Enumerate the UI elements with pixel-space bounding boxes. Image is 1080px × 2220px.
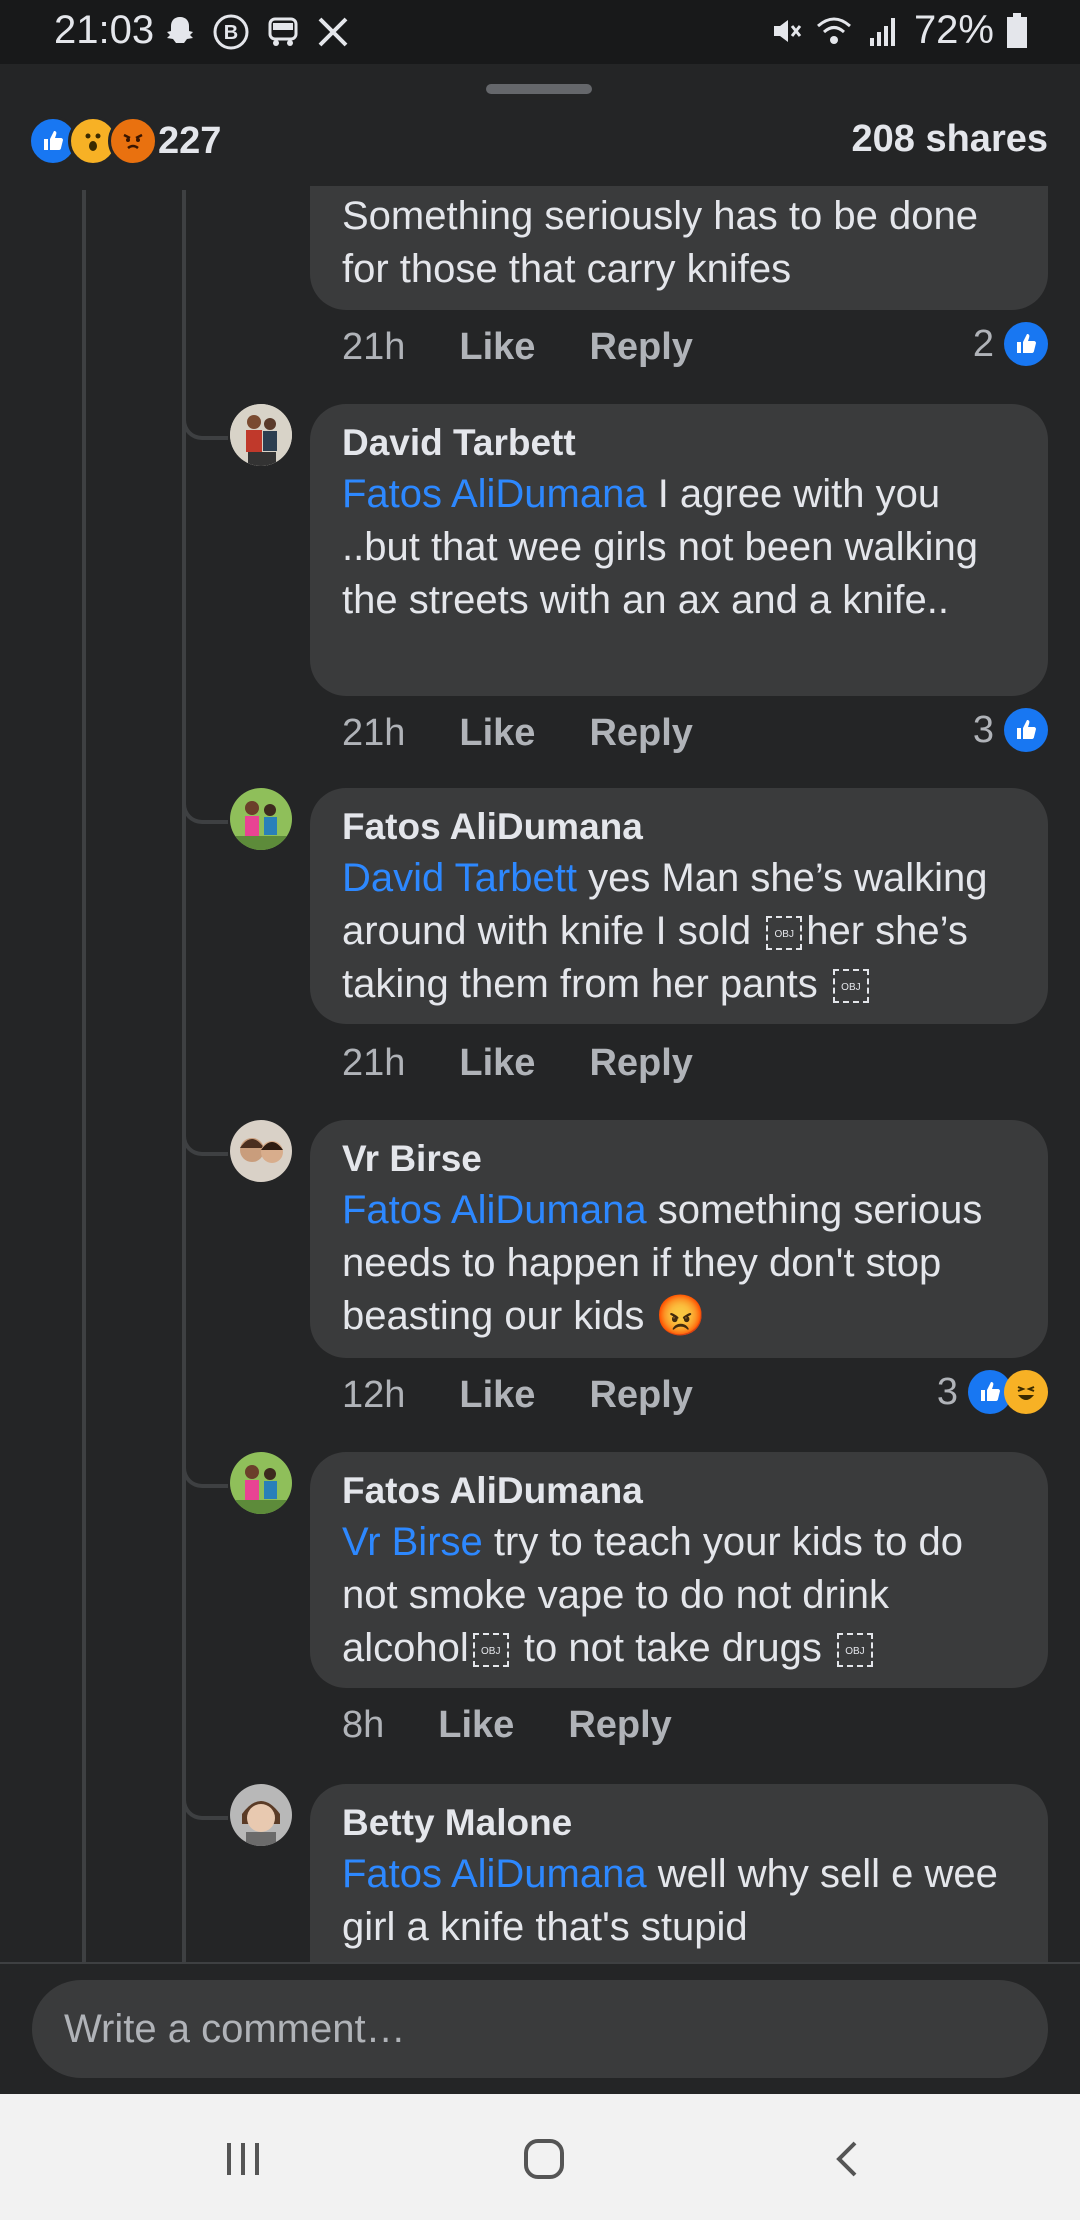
like-button[interactable]: Like xyxy=(459,712,535,755)
drag-handle[interactable] xyxy=(486,84,592,94)
thread-line xyxy=(82,190,86,1962)
share-count[interactable]: 208 shares xyxy=(852,118,1049,161)
status-bar: 21:03 B 72% xyxy=(0,0,1080,64)
system-status: 72% xyxy=(768,8,1028,53)
comment-time: 8h xyxy=(342,1703,385,1746)
like-button[interactable]: Like xyxy=(459,1374,535,1417)
snapchat-icon xyxy=(167,17,193,43)
reply-button[interactable]: Reply xyxy=(589,1374,692,1417)
comment-bubble[interactable]: David Tarbett Fatos AliDumana I agree wi… xyxy=(310,404,1048,696)
reply-connector xyxy=(182,1448,228,1488)
home-icon xyxy=(524,2139,564,2179)
recent-apps-icon xyxy=(227,2143,259,2175)
avatar[interactable] xyxy=(230,1784,292,1846)
comment-author[interactable]: Fatos AliDumana xyxy=(342,1466,1016,1516)
angry-reaction-icon xyxy=(108,116,158,166)
reply-connector xyxy=(182,784,228,824)
comment-bubble[interactable]: Fatos AliDumana David Tarbett yes Man sh… xyxy=(310,788,1048,1024)
avatar[interactable] xyxy=(230,1120,292,1182)
mention-link[interactable]: Fatos AliDumana xyxy=(342,1852,647,1896)
comment-actions: 21h Like Reply xyxy=(342,322,747,372)
comment-composer-bar: Write a comment… xyxy=(0,1962,1080,2094)
comment-text: David Tarbett yes Man she’s walking arou… xyxy=(342,852,1016,1011)
comment-bubble[interactable]: Vr Birse Fatos AliDumana something serio… xyxy=(310,1120,1048,1358)
comment-text: Fatos AliDumana something serious needs … xyxy=(342,1184,1016,1343)
bitcoin-icon: B xyxy=(213,14,249,50)
comment-time: 21h xyxy=(342,1041,406,1084)
like-count-value: 3 xyxy=(936,1370,958,1413)
signal-icon xyxy=(869,17,895,46)
mute-icon xyxy=(773,19,802,42)
car-icon xyxy=(268,17,298,46)
home-button[interactable] xyxy=(509,2124,579,2194)
battery-icon xyxy=(1007,12,1027,48)
mention-link[interactable]: David Tarbett xyxy=(342,856,577,900)
haha-icon xyxy=(1004,1370,1048,1414)
status-time: 21:03 xyxy=(54,8,155,52)
comment-time: 21h xyxy=(342,325,406,368)
comment-text: Fatos AliDumana I agree with you ..but t… xyxy=(342,468,1016,627)
avatar[interactable] xyxy=(230,788,292,850)
comment-actions: 12h Like Reply xyxy=(342,1370,747,1420)
reply-button[interactable]: Reply xyxy=(589,326,692,369)
comment-bubble[interactable]: Something seriously has to be done for t… xyxy=(310,186,1048,310)
back-icon xyxy=(836,2141,857,2177)
comment-bubble[interactable]: Fatos AliDumana Vr Birse try to teach yo… xyxy=(310,1452,1048,1688)
svg-text:B: B xyxy=(224,22,238,44)
like-count-value: 3 xyxy=(972,708,994,751)
reaction-summary[interactable]: 227 xyxy=(28,116,221,166)
reaction-count: 227 xyxy=(158,119,222,162)
post-header: 227 208 shares xyxy=(0,64,1080,190)
battery-percent: 72% xyxy=(913,8,994,52)
comment-like-count[interactable]: 2 xyxy=(973,322,1048,366)
reply-button[interactable]: Reply xyxy=(589,712,692,755)
comment-actions: 21h Like Reply xyxy=(342,708,747,758)
unknown-object-glyph: OBJ xyxy=(472,1633,509,1668)
reply-button[interactable]: Reply xyxy=(568,1704,671,1747)
reply-connector xyxy=(182,1116,228,1156)
wifi-icon xyxy=(816,17,851,44)
comment-bubble[interactable]: Betty Malone Fatos AliDumana well why se… xyxy=(310,1784,1048,1962)
reply-connector xyxy=(182,400,228,440)
like-button[interactable]: Like xyxy=(438,1704,514,1747)
mention-link[interactable]: Fatos AliDumana xyxy=(342,472,647,516)
comment-text: Fatos AliDumana well why sell e wee girl… xyxy=(342,1848,1016,1954)
comment-time: 12h xyxy=(342,1373,406,1416)
like-icon xyxy=(1004,322,1048,366)
comment-text: Something seriously has to be done for t… xyxy=(342,194,978,291)
system-navigation-bar xyxy=(0,2094,1080,2220)
x-icon xyxy=(318,17,348,47)
like-icon xyxy=(1004,708,1048,752)
unknown-object-glyph: OBJ xyxy=(832,969,869,1004)
back-button[interactable] xyxy=(812,2124,882,2194)
comment-input[interactable]: Write a comment… xyxy=(32,1980,1048,2078)
comment-time: 21h xyxy=(342,711,406,754)
comment-like-count[interactable]: 3 xyxy=(973,708,1048,752)
reply-button[interactable]: Reply xyxy=(589,1042,692,1085)
unknown-object-glyph: OBJ xyxy=(836,1633,873,1668)
comment-author[interactable]: Fatos AliDumana xyxy=(342,802,1016,852)
comment-author[interactable]: Betty Malone xyxy=(342,1798,1016,1848)
like-button[interactable]: Like xyxy=(459,1042,535,1085)
comment-author[interactable]: David Tarbett xyxy=(342,418,1016,468)
avatar[interactable] xyxy=(230,1452,292,1514)
comment-author[interactable]: Vr Birse xyxy=(342,1134,1016,1184)
mention-link[interactable]: Vr Birse xyxy=(342,1520,483,1564)
comment-text: Vr Birse try to teach your kids to do no… xyxy=(342,1516,1016,1675)
like-count-value: 2 xyxy=(972,322,994,365)
unknown-object-glyph: OBJ xyxy=(766,916,803,951)
angry-emoji: 😡 xyxy=(655,1294,706,1338)
notification-icons: B xyxy=(162,10,350,54)
like-button[interactable]: Like xyxy=(459,326,535,369)
comment-actions: 21h Like Reply xyxy=(342,1038,747,1088)
avatar[interactable] xyxy=(230,404,292,466)
recent-apps-button[interactable] xyxy=(208,2124,278,2194)
comment-actions: 8h Like Reply xyxy=(342,1700,726,1750)
comment-like-count[interactable]: 3 xyxy=(937,1370,1048,1414)
reply-connector xyxy=(182,1780,228,1820)
mention-link[interactable]: Fatos AliDumana xyxy=(342,1188,647,1232)
thread-line xyxy=(182,190,186,1962)
comment-body: to not take drugs xyxy=(512,1626,833,1670)
